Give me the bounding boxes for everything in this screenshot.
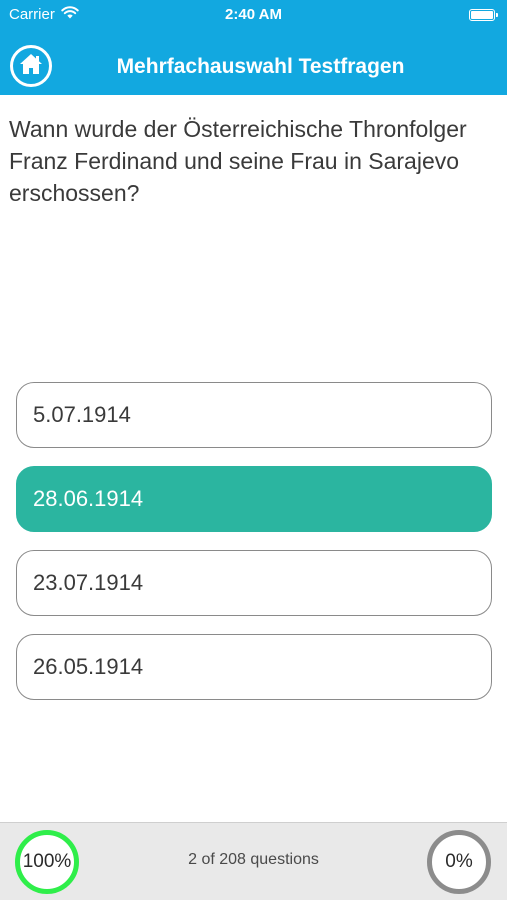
- battery-icon: [469, 9, 498, 21]
- wrong-progress-ring: 0%: [427, 830, 491, 894]
- status-bar: Carrier 2:40 AM: [0, 0, 507, 30]
- answer-option-4[interactable]: 26.05.1914: [16, 634, 492, 700]
- answer-label: 23.07.1914: [33, 570, 144, 595]
- answer-label: 5.07.1914: [33, 402, 131, 427]
- answer-label: 28.06.1914: [33, 486, 144, 511]
- answer-list: 5.07.1914 28.06.1914 23.07.1914 26.05.19…: [16, 382, 492, 718]
- footer-bar: 100% 2 of 208 questions 0%: [0, 822, 507, 900]
- answer-option-2[interactable]: 28.06.1914: [16, 466, 492, 532]
- wrong-percent: 0%: [445, 851, 473, 872]
- page-title: Mehrfachauswahl Testfragen: [116, 55, 405, 78]
- answer-option-1[interactable]: 5.07.1914: [16, 382, 492, 448]
- answer-label: 26.05.1914: [33, 654, 144, 679]
- answer-option-3[interactable]: 23.07.1914: [16, 550, 492, 616]
- question-text: Wann wurde der Österreichische Thronfolg…: [9, 116, 467, 206]
- status-time: 2:40 AM: [225, 6, 282, 23]
- header-bar: Carrier 2:40 AM Mehrfachauswahl Testfrag…: [0, 0, 507, 95]
